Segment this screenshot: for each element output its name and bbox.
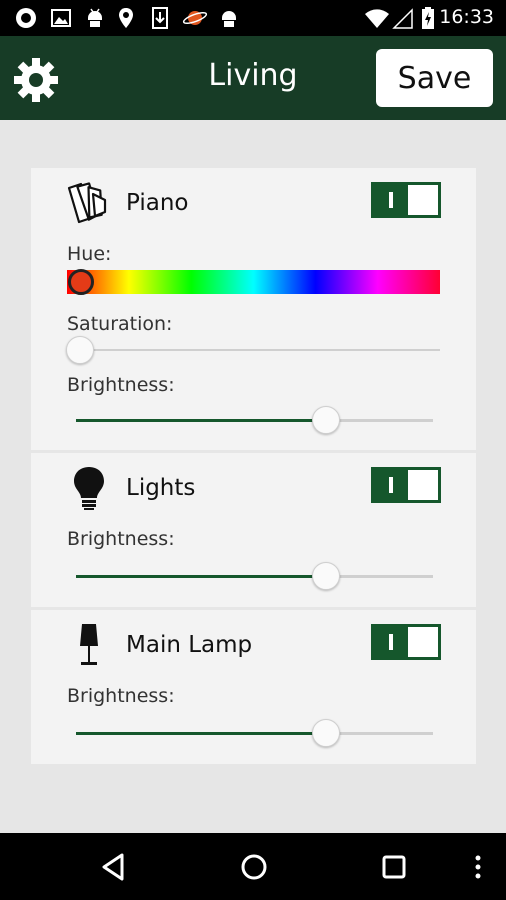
light-name: Lights [126, 475, 196, 501]
download-icon [152, 7, 168, 29]
back-icon[interactable] [98, 851, 130, 883]
light-strip-icon [67, 182, 107, 224]
toggle-on-bar [389, 477, 393, 493]
power-toggle[interactable] [371, 467, 441, 503]
status-bar: 16:33 [0, 0, 506, 36]
brightness-slider-fill [76, 575, 326, 578]
planet-icon [182, 11, 208, 25]
brightness-slider-thumb[interactable] [311, 719, 340, 747]
brightness-slider[interactable] [76, 732, 433, 735]
toggle-on-bar [389, 634, 393, 650]
toggle-on-indicator [374, 470, 408, 500]
saturation-label: Saturation: [67, 313, 173, 335]
circle-icon [16, 8, 36, 28]
location-icon [119, 8, 133, 28]
toggle-on-indicator [374, 185, 408, 215]
saturation-slider-thumb[interactable] [66, 336, 94, 364]
brightness-label: Brightness: [67, 374, 175, 396]
android-icon [222, 11, 236, 27]
recents-icon[interactable] [378, 851, 410, 883]
battery-charging-icon [422, 7, 434, 29]
brightness-label: Brightness: [67, 685, 175, 707]
hue-label: Hue: [67, 243, 112, 265]
overflow-menu-icon[interactable] [466, 851, 490, 883]
power-toggle[interactable] [371, 182, 441, 218]
power-toggle[interactable] [371, 624, 441, 660]
signal-icon [392, 8, 413, 29]
brightness-slider-thumb[interactable] [311, 406, 340, 434]
system-nav-bar [0, 833, 506, 900]
light-name: Main Lamp [126, 632, 253, 658]
saturation-slider[interactable] [67, 349, 440, 351]
brightness-slider-thumb[interactable] [311, 562, 340, 590]
light-card-piano: Piano Hue: Saturation: Brightness: [31, 168, 476, 450]
light-name: Piano [126, 190, 189, 216]
wifi-icon [365, 9, 389, 28]
light-card-main-lamp: Main Lamp Brightness: [31, 610, 476, 764]
bulb-icon [74, 467, 104, 510]
light-card-lights: Lights Brightness: [31, 453, 476, 607]
brightness-slider[interactable] [76, 575, 433, 578]
toggle-on-bar [389, 192, 393, 208]
toggle-on-indicator [374, 627, 408, 657]
light-list: Piano Hue: Saturation: Brightness: Light… [0, 120, 506, 833]
home-icon[interactable] [238, 851, 270, 883]
android-icon [88, 8, 102, 27]
brightness-slider-fill [76, 732, 326, 735]
brightness-slider-fill [76, 419, 326, 422]
header: Living Save [0, 36, 506, 120]
hue-slider-thumb[interactable] [68, 269, 94, 295]
hue-slider[interactable] [67, 270, 440, 294]
brightness-label: Brightness: [67, 528, 175, 550]
clock: 16:33 [439, 6, 494, 28]
brightness-slider[interactable] [76, 419, 433, 422]
table-lamp-icon [80, 624, 98, 665]
image-icon [51, 9, 71, 27]
save-button[interactable]: Save [376, 49, 493, 107]
